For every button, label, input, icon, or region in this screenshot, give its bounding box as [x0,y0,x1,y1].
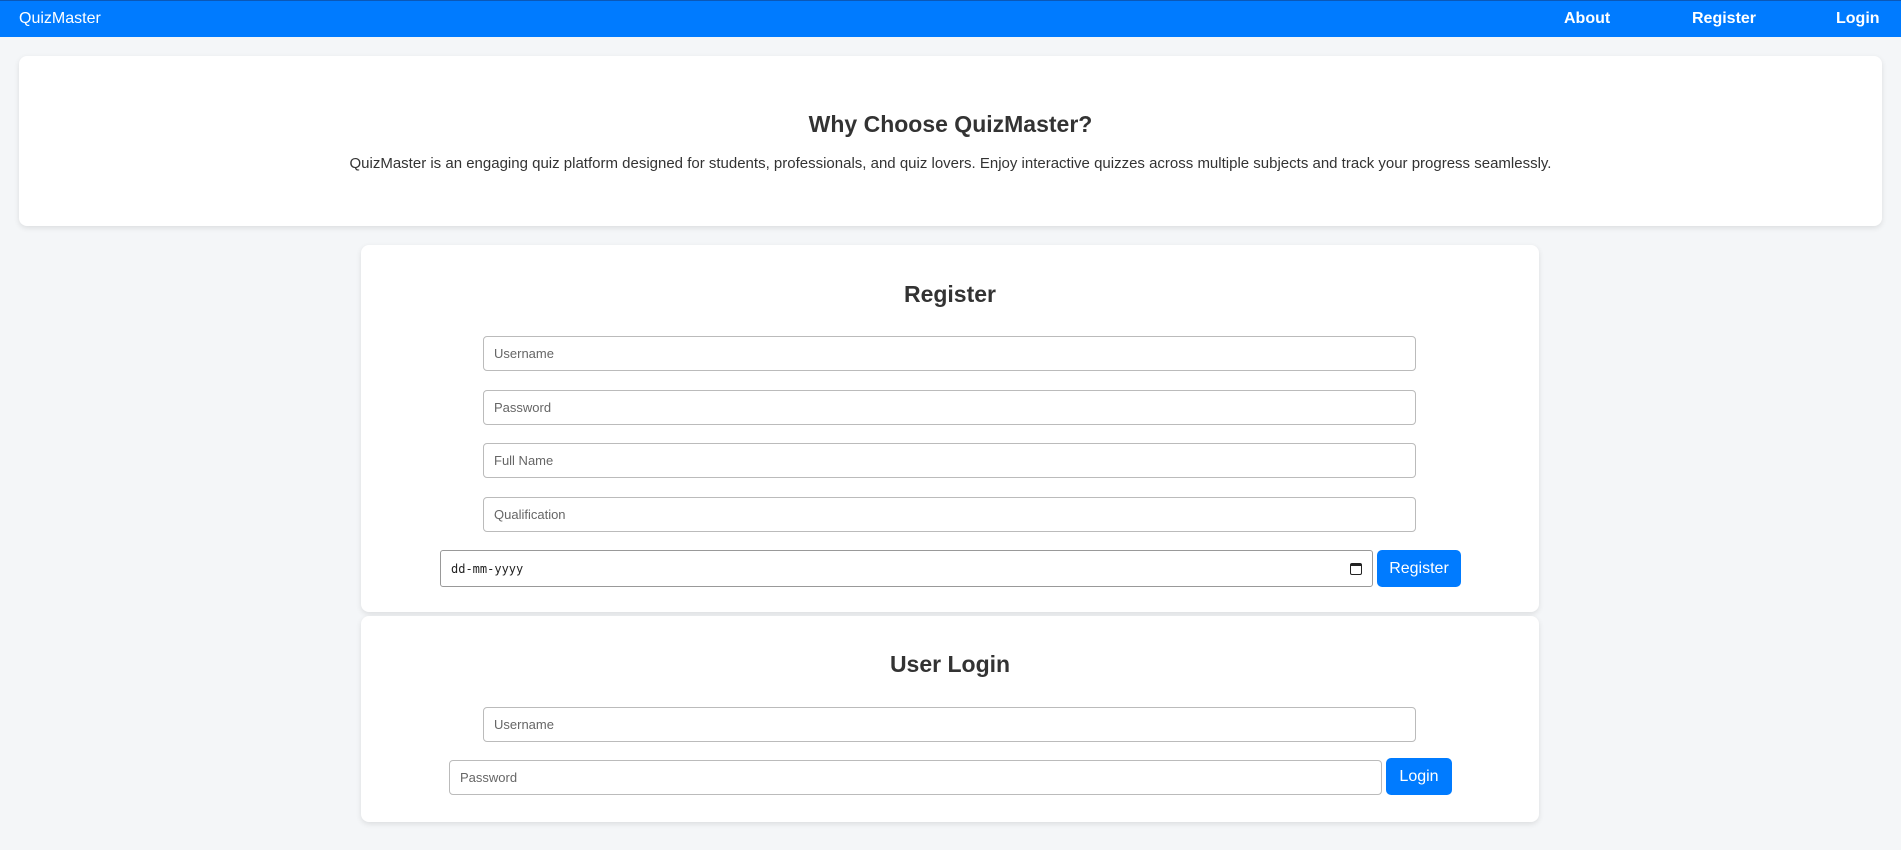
login-form: User Login Login [361,616,1539,822]
login-username-input[interactable] [483,707,1416,742]
register-qualification-input[interactable] [483,497,1416,532]
register-button[interactable]: Register [1377,550,1461,587]
login-title: User Login [889,651,1011,677]
brand-link[interactable]: QuizMaster [19,10,101,28]
about-section: Why Choose QuizMaster? QuizMaster is an … [19,56,1882,226]
top-navbar: QuizMaster About Register Login [0,0,1901,37]
login-password-input[interactable] [449,760,1382,795]
about-title: Why Choose QuizMaster? [808,111,1093,137]
dob-placeholder: dd-mm-yyyy [451,561,524,576]
calendar-icon[interactable] [1350,562,1362,575]
nav-link-register[interactable]: Register [1692,10,1756,28]
nav-link-login[interactable]: Login [1836,10,1880,28]
about-description: QuizMaster is an engaging quiz platform … [349,155,1552,172]
register-username-input[interactable] [483,336,1416,371]
register-dob-input[interactable]: dd-mm-yyyy [440,550,1373,587]
register-form: Register dd-mm-yyyy Register [361,245,1539,612]
register-password-input[interactable] [483,390,1416,425]
register-fullname-input[interactable] [483,443,1416,478]
login-button[interactable]: Login [1386,758,1452,795]
nav-link-about[interactable]: About [1564,10,1610,28]
register-title: Register [903,281,997,307]
